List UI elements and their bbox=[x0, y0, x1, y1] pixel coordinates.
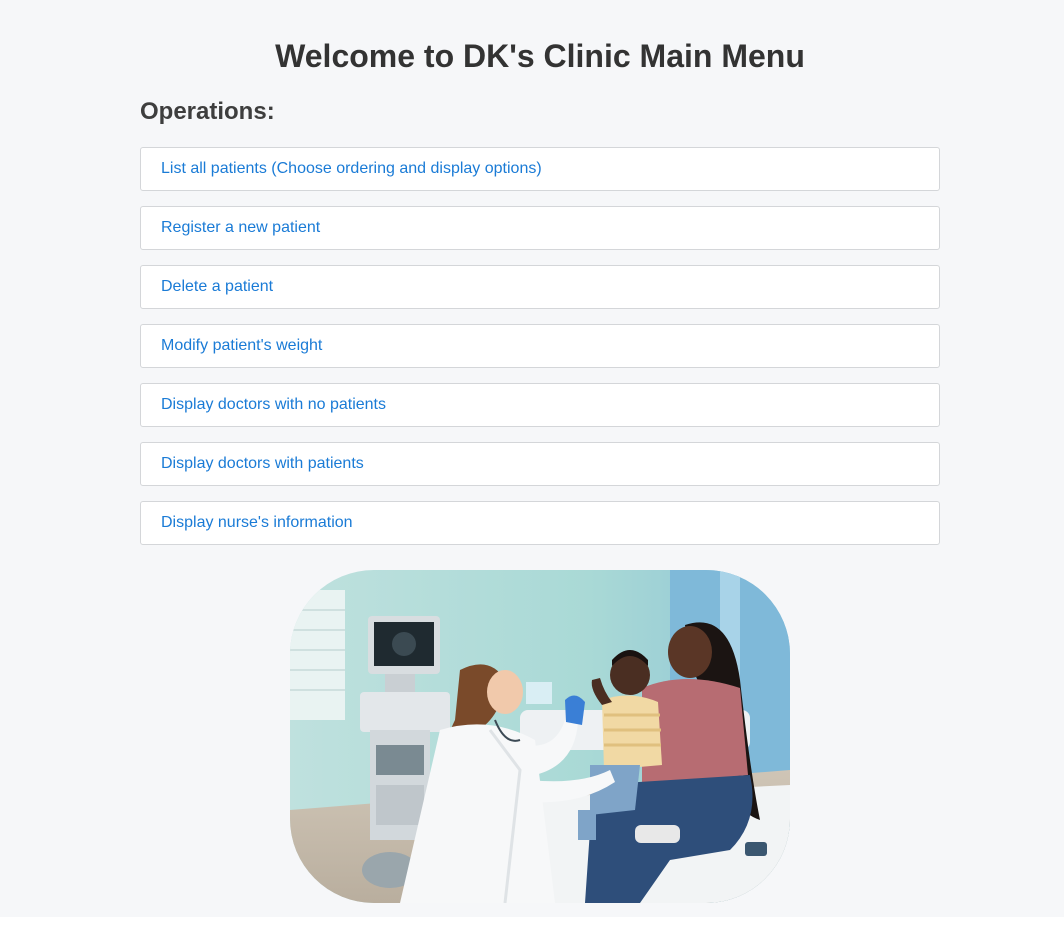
doctors-with-patients-link[interactable]: Display doctors with patients bbox=[161, 455, 364, 473]
register-patient-link[interactable]: Register a new patient bbox=[161, 219, 320, 237]
menu-item-nurse-info[interactable]: Display nurse's information bbox=[140, 501, 940, 545]
modify-weight-link[interactable]: Modify patient's weight bbox=[161, 337, 322, 355]
nurse-info-link[interactable]: Display nurse's information bbox=[161, 514, 353, 532]
operations-heading: Operations: bbox=[140, 98, 275, 125]
menu-item-doctors-with-patients[interactable]: Display doctors with patients bbox=[140, 442, 940, 486]
menu-item-delete-patient[interactable]: Delete a patient bbox=[140, 265, 940, 309]
clinic-photo bbox=[290, 570, 790, 903]
page-title: Welcome to DK's Clinic Main Menu bbox=[275, 38, 805, 74]
delete-patient-link[interactable]: Delete a patient bbox=[161, 278, 273, 296]
menu-item-doctors-no-patients[interactable]: Display doctors with no patients bbox=[140, 383, 940, 427]
menu-item-register-patient[interactable]: Register a new patient bbox=[140, 206, 940, 250]
menu-item-list-patients[interactable]: List all patients (Choose ordering and d… bbox=[140, 147, 940, 191]
menu-item-modify-weight[interactable]: Modify patient's weight bbox=[140, 324, 940, 368]
operations-menu: List all patients (Choose ordering and d… bbox=[140, 147, 940, 560]
doctors-no-patients-link[interactable]: Display doctors with no patients bbox=[161, 396, 386, 414]
list-patients-link[interactable]: List all patients (Choose ordering and d… bbox=[161, 160, 542, 178]
